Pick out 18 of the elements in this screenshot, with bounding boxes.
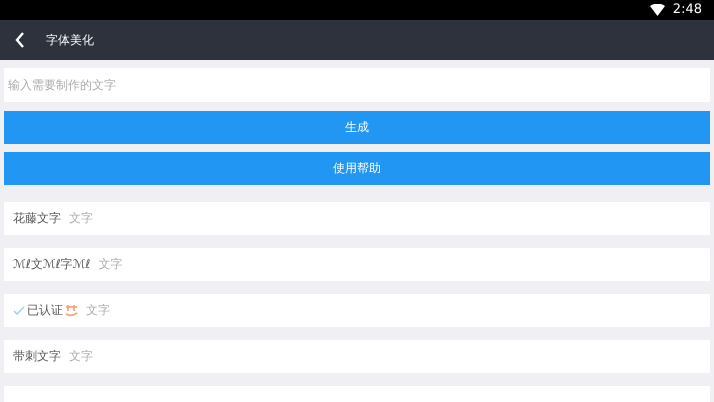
wifi-icon [650,4,665,16]
font-style-row[interactable]: ℳℓ文ℳℓ字ℳℓ 文字 [4,248,710,280]
font-style-row[interactable]: 已认证 文字 [4,294,710,326]
style-name: 花藤文字 [13,210,61,227]
font-style-row[interactable]: 花藤文字 文字 [4,202,710,234]
sample-text: 文字 [69,348,93,365]
sample-text: 文字 [98,256,122,273]
check-icon [13,306,25,314]
text-input-field[interactable]: 输入需要制作的文字 [4,68,710,102]
style-name: 带刺文字 [13,348,61,365]
back-icon [15,32,25,48]
sample-text: 文字 [69,210,93,227]
sample-text: 文字 [86,302,110,319]
clock-time: 2:48 [672,1,702,19]
style-name: ℳℓ文ℳℓ字ℳℓ [13,256,90,273]
style-name: 已认证 [27,302,63,319]
page-title: 字体美化 [46,32,94,48]
font-style-row[interactable]: 带刺文字 文字 [4,340,710,372]
